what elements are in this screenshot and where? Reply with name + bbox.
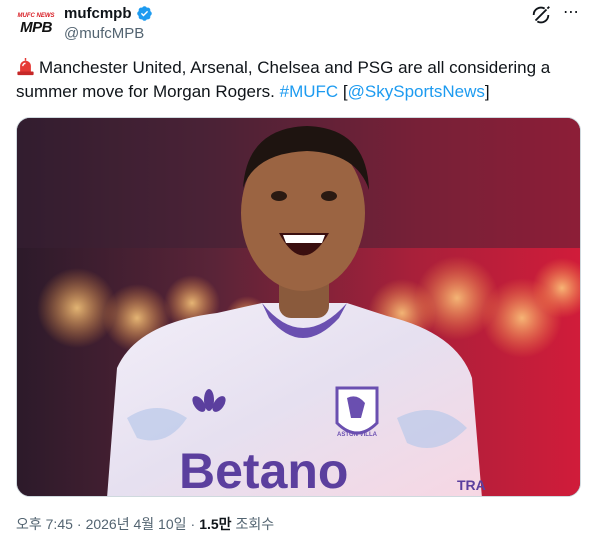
- meta-separator: ·: [76, 516, 82, 532]
- player-photo-illustration: ASTON VILLA Betano TRA: [17, 118, 580, 497]
- tweet-meta: 오후 7:45 · 2026년 4월 10일 · 1.5만 조회수: [16, 514, 274, 534]
- tweet-date[interactable]: 2026년 4월 10일: [86, 514, 187, 534]
- author-handle[interactable]: @mufcMPB: [64, 25, 153, 42]
- meta-separator: ·: [190, 516, 196, 532]
- siren-icon: [17, 58, 34, 76]
- verified-badge-icon: [136, 5, 152, 21]
- views-label: 조회수: [235, 516, 275, 532]
- author-names: mufcmpb @mufcMPB: [64, 3, 153, 42]
- tweet-time[interactable]: 오후 7:45: [16, 514, 73, 534]
- author-display-name[interactable]: mufcmpb: [64, 5, 132, 22]
- views-count: 1.5만: [199, 516, 232, 532]
- avatar[interactable]: MUFC NEWS MPB: [16, 4, 56, 44]
- avatar-big-text: MPB: [20, 19, 52, 36]
- mention-link[interactable]: @SkySportsNews: [348, 82, 485, 101]
- tweet-text: Manchester United, Arsenal, Chelsea and …: [16, 56, 581, 104]
- jersey-sponsor: Betano: [179, 443, 348, 497]
- hashtag-link[interactable]: #MUFC: [280, 82, 339, 101]
- tweet-photo[interactable]: ASTON VILLA Betano TRA: [16, 117, 581, 497]
- bracket-close: ]: [484, 82, 490, 101]
- crest-text: ASTON VILLA: [337, 432, 378, 438]
- author-display-name-row[interactable]: mufcmpb: [64, 3, 153, 23]
- more-options-icon[interactable]: ⋯: [560, 4, 582, 26]
- tweet-header: MUFC NEWS MPB mufcmpb @mufcMPB ⋯: [16, 0, 586, 50]
- grok-icon[interactable]: [530, 4, 552, 26]
- sleeve-text: TRA: [457, 477, 486, 493]
